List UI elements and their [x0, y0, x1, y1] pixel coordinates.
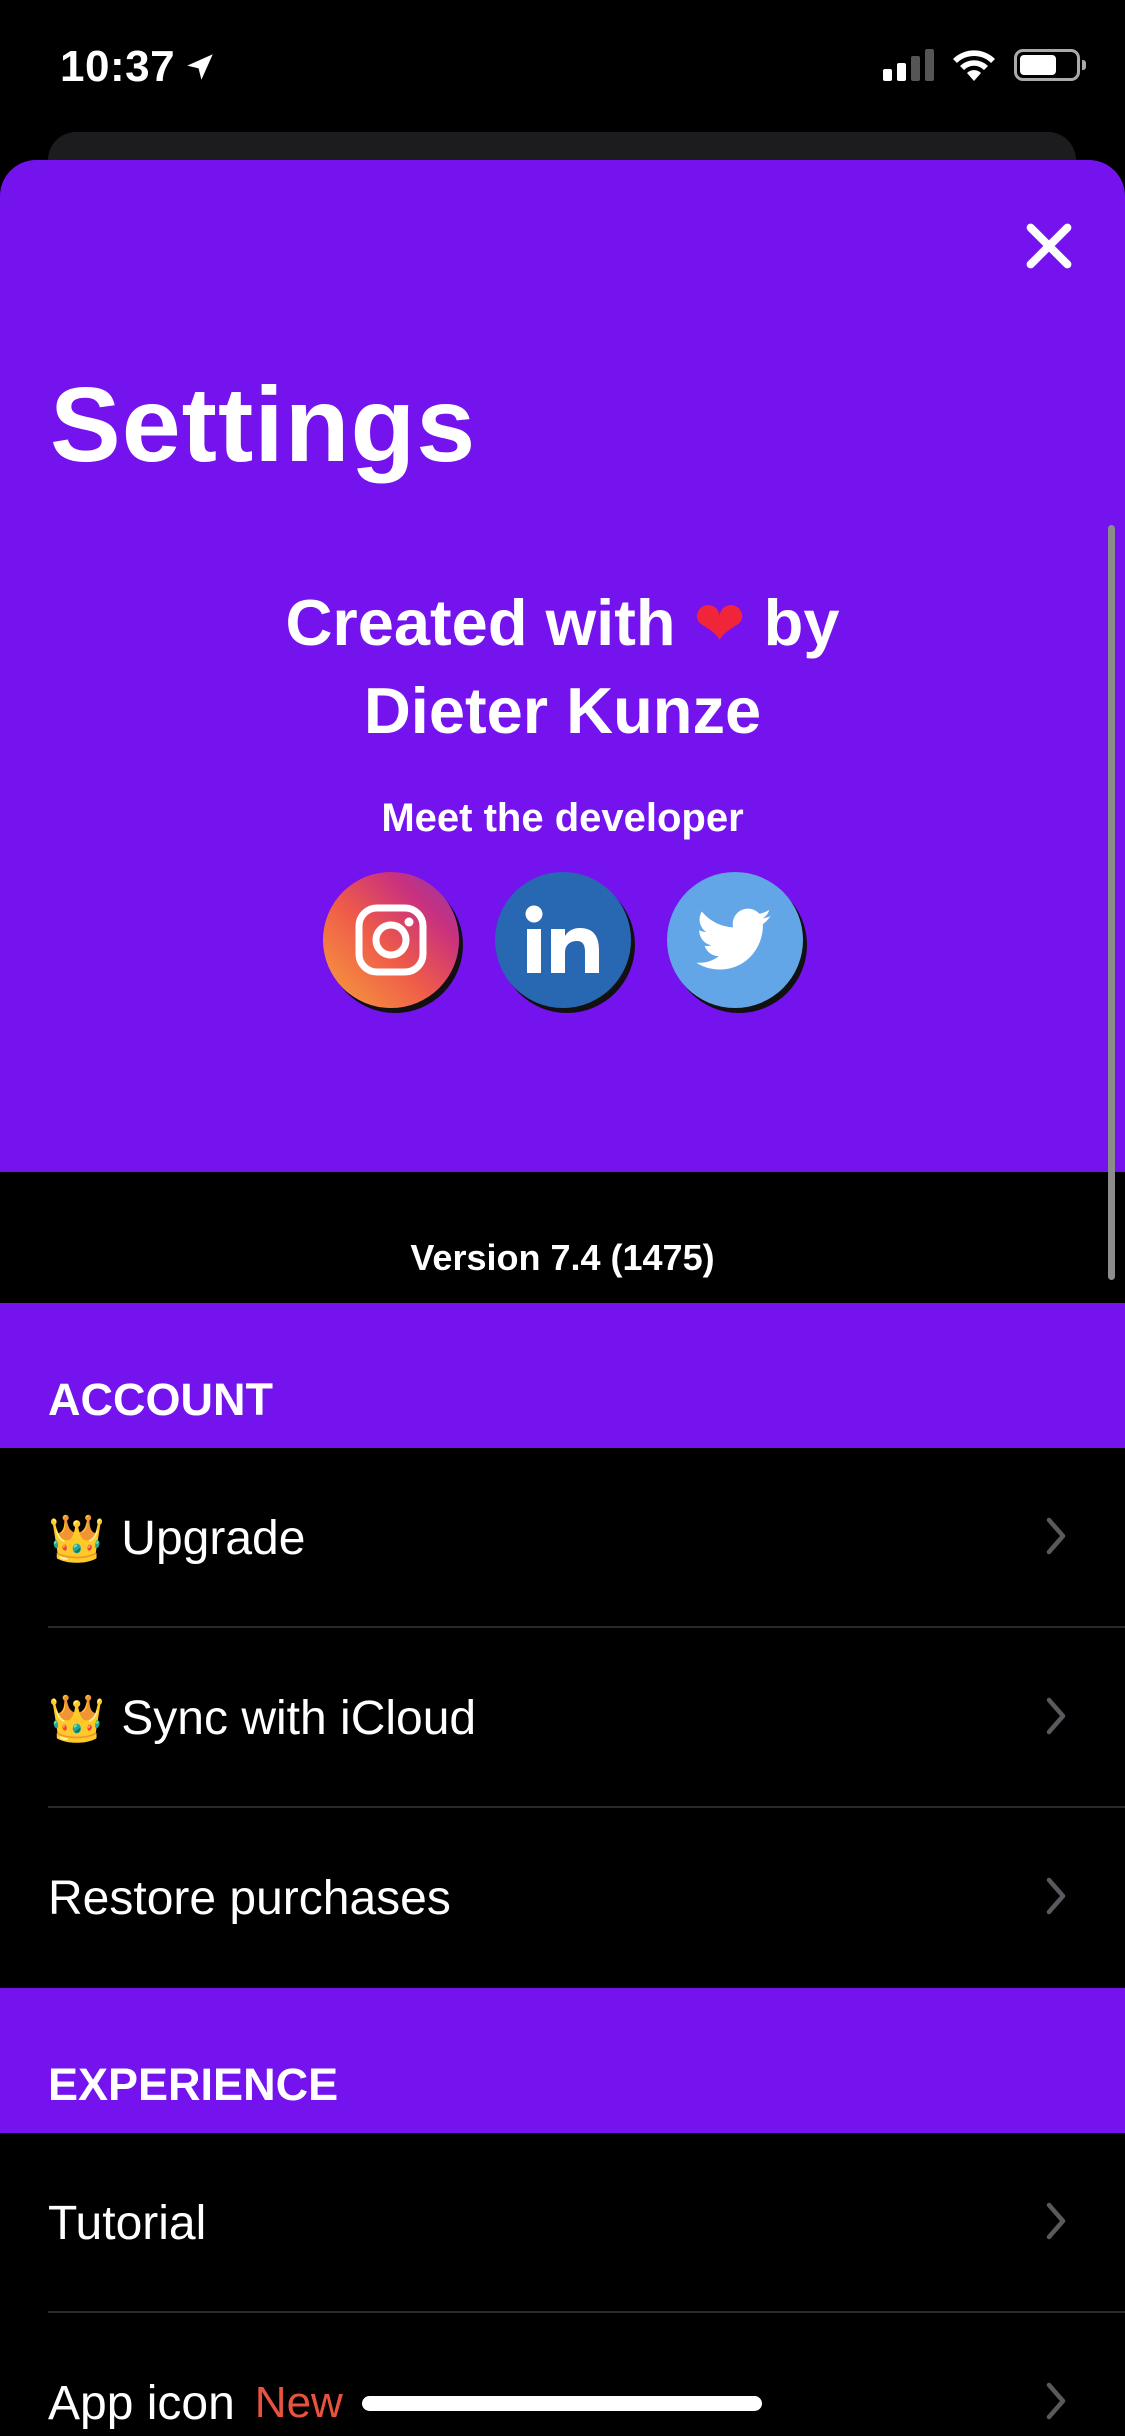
section-header-account: ACCOUNT	[0, 1303, 1125, 1448]
home-indicator[interactable]	[362, 2396, 762, 2411]
page-title: Settings	[50, 366, 477, 484]
status-clock: 10:37	[60, 42, 217, 92]
chevron-right-icon	[1046, 1517, 1066, 1555]
social-links	[0, 872, 1125, 1008]
chevron-right-icon	[1046, 1877, 1066, 1915]
instagram-icon	[355, 904, 426, 976]
developer-credit: Created with ❤ by Dieter Kunze	[0, 580, 1125, 754]
settings-screen: 10:37 Settings Created with ❤ by Dieter …	[0, 0, 1125, 2436]
section-title-experience: EXPERIENCE	[48, 2059, 339, 2110]
row-label: Tutorial	[48, 2196, 207, 2250]
status-bar: 10:37	[0, 0, 1125, 135]
row-label: Sync with iCloud	[121, 1691, 477, 1745]
wifi-icon	[953, 50, 995, 81]
row-label: Upgrade	[121, 1511, 306, 1565]
settings-row-app-icon[interactable]: App icon New	[0, 2313, 1125, 2436]
row-label: App icon	[48, 2376, 235, 2430]
twitter-button[interactable]	[666, 872, 803, 1008]
twitter-icon	[696, 908, 771, 970]
settings-row-upgrade[interactable]: 👑 Upgrade	[0, 1448, 1125, 1628]
credit-suffix: by	[763, 586, 840, 659]
crown-icon: 👑	[48, 1691, 106, 1744]
linkedin-button[interactable]	[494, 872, 631, 1008]
chevron-right-icon	[1046, 2202, 1066, 2240]
location-arrow-icon	[187, 54, 213, 80]
heart-icon: ❤	[693, 590, 746, 659]
meet-developer-label: Meet the developer	[381, 796, 744, 840]
new-badge: New	[254, 2378, 343, 2427]
instagram-button[interactable]	[322, 872, 459, 1008]
chevron-right-icon	[1046, 2382, 1066, 2420]
chevron-right-icon	[1046, 1697, 1066, 1735]
section-header-experience: EXPERIENCE	[0, 1988, 1125, 2133]
cellular-signal-icon	[883, 49, 934, 81]
status-icons	[883, 48, 1086, 82]
status-time: 10:37	[60, 42, 176, 91]
section-title-account: ACCOUNT	[48, 1374, 273, 1425]
settings-row-tutorial[interactable]: Tutorial	[0, 2133, 1125, 2313]
battery-icon	[1014, 49, 1086, 81]
settings-row-restore-purchases[interactable]: Restore purchases	[0, 1808, 1125, 1988]
app-version: Version 7.4 (1475)	[410, 1237, 715, 1278]
credit-line-1: Created with ❤ by	[0, 580, 1125, 668]
credit-prefix: Created with	[285, 586, 676, 659]
settings-row-sync-icloud[interactable]: 👑 Sync with iCloud	[0, 1628, 1125, 1808]
crown-icon: 👑	[48, 1511, 106, 1564]
close-button[interactable]	[1021, 218, 1077, 274]
row-label: Restore purchases	[48, 1871, 451, 1925]
scroll-indicator[interactable]	[1108, 525, 1115, 1280]
linkedin-icon	[525, 905, 599, 973]
developer-name: Dieter Kunze	[363, 674, 762, 747]
settings-header-card: Settings Created with ❤ by Dieter Kunze …	[0, 160, 1125, 1278]
